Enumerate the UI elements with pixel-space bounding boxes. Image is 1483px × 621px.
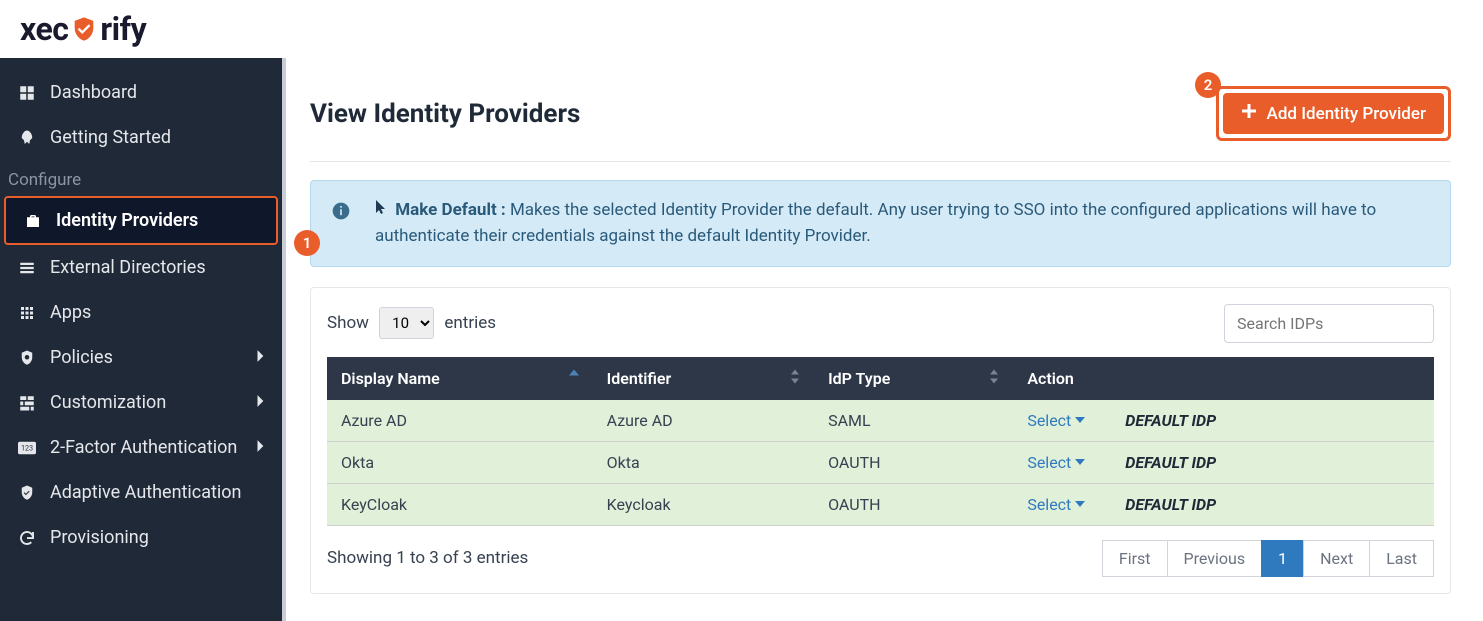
info-banner: Make Default : Makes the selected Identi…	[310, 180, 1451, 267]
shield-check-icon	[16, 484, 38, 502]
shield-search-icon	[16, 349, 38, 367]
list-icon	[16, 259, 38, 277]
search-input[interactable]	[1224, 304, 1434, 343]
briefcase-icon	[22, 212, 44, 230]
pager-page-1[interactable]: 1	[1261, 540, 1304, 577]
cell-idp-type: SAML	[814, 400, 1013, 442]
sync-icon	[16, 529, 38, 547]
default-idp-badge: DEFAULT IDP	[1125, 495, 1216, 514]
sort-asc-icon	[569, 369, 579, 388]
logo-text-part2: rify	[100, 10, 146, 48]
sidebar-item-policies[interactable]: Policies	[0, 335, 282, 380]
select-dropdown[interactable]: Select	[1027, 453, 1085, 472]
cell-idp-type: OAUTH	[814, 441, 1013, 483]
idp-table-card: Show 10 entries Display Name	[310, 287, 1451, 594]
sidebar-item-label: Provisioning	[50, 527, 149, 548]
page-size-select[interactable]: 10	[379, 307, 434, 339]
pager-first[interactable]: First	[1102, 540, 1168, 577]
show-entries: Show 10 entries	[327, 307, 496, 339]
sidebar-item-label: Policies	[50, 347, 113, 368]
info-title: Make Default :	[395, 200, 506, 220]
add-button-label: Add Identity Provider	[1267, 104, 1426, 124]
app-header: xec rify	[0, 0, 1483, 58]
sort-icon	[989, 369, 999, 388]
default-idp-badge: DEFAULT IDP	[1125, 453, 1216, 472]
cell-display-name: KeyCloak	[327, 483, 593, 525]
sidebar-item-dashboard[interactable]: Dashboard	[0, 70, 282, 115]
sort-icon	[790, 369, 800, 388]
chevron-right-icon	[256, 392, 266, 413]
idp-table: Display Name Identifier IdP Type Ac	[327, 357, 1434, 526]
brand-logo: xec rify	[20, 10, 146, 48]
cell-idp-type: OAUTH	[814, 483, 1013, 525]
cursor-icon	[375, 200, 389, 220]
cell-identifier: Azure AD	[593, 400, 814, 442]
col-display-name[interactable]: Display Name	[327, 357, 593, 400]
show-label-pre: Show	[327, 313, 369, 333]
chevron-right-icon	[256, 437, 266, 458]
shield-check-icon	[70, 15, 98, 43]
sidebar-item-label: Apps	[50, 302, 91, 323]
cell-display-name: Azure AD	[327, 400, 593, 442]
sidebar-item-2fa[interactable]: 123 2-Factor Authentication	[0, 425, 282, 470]
sidebar-item-customization[interactable]: Customization	[0, 380, 282, 425]
plus-icon	[1241, 103, 1257, 124]
sidebar-item-external-directories[interactable]: External Directories	[0, 245, 282, 290]
pager-last[interactable]: Last	[1369, 540, 1434, 577]
sidebar-section-label: Configure	[0, 160, 282, 196]
sidebar-item-label: 2-Factor Authentication	[50, 437, 237, 458]
pagination: First Previous 1 Next Last	[1103, 540, 1434, 577]
table-row: Azure ADAzure ADSAMLSelect DEFAULT IDP	[327, 400, 1434, 442]
pager-next[interactable]: Next	[1303, 540, 1370, 577]
cell-identifier: Okta	[593, 441, 814, 483]
col-idp-type[interactable]: IdP Type	[814, 357, 1013, 400]
grid-icon	[16, 304, 38, 322]
default-idp-badge: DEFAULT IDP	[1125, 411, 1216, 430]
info-icon	[331, 201, 351, 229]
annotation-2: 2	[1195, 72, 1221, 98]
select-dropdown[interactable]: Select	[1027, 411, 1085, 430]
sidebar-item-label: External Directories	[50, 257, 206, 278]
sidebar-item-label: Getting Started	[50, 127, 171, 148]
select-dropdown[interactable]: Select	[1027, 495, 1085, 514]
num-icon: 123	[16, 441, 38, 455]
svg-text:123: 123	[21, 443, 33, 452]
col-identifier[interactable]: Identifier	[593, 357, 814, 400]
rocket-icon	[16, 129, 38, 147]
table-info: Showing 1 to 3 of 3 entries	[327, 548, 528, 568]
cell-action: Select DEFAULT IDP	[1013, 400, 1434, 442]
table-row: OktaOktaOAUTHSelect DEFAULT IDP	[327, 441, 1434, 483]
cell-action: Select DEFAULT IDP	[1013, 441, 1434, 483]
add-identity-provider-button[interactable]: Add Identity Provider	[1223, 93, 1444, 134]
cell-identifier: Keycloak	[593, 483, 814, 525]
pager-prev[interactable]: Previous	[1167, 540, 1263, 577]
col-action: Action	[1013, 357, 1434, 400]
sidebar-item-label: Identity Providers	[56, 210, 198, 231]
main-content: View Identity Providers Add Identity Pro…	[282, 58, 1483, 621]
annotation-1: 1	[294, 230, 320, 256]
sidebar-item-apps[interactable]: Apps	[0, 290, 282, 335]
page-title: View Identity Providers	[310, 99, 580, 129]
sidebar-item-provisioning[interactable]: Provisioning	[0, 515, 282, 560]
sidebar-item-getting-started[interactable]: Getting Started	[0, 115, 282, 160]
sidebar: Dashboard Getting Started Configure Iden…	[0, 58, 282, 621]
show-label-post: entries	[444, 313, 496, 333]
sidebar-item-identity-providers[interactable]: Identity Providers	[4, 196, 278, 245]
sidebar-item-adaptive-auth[interactable]: Adaptive Authentication	[0, 470, 282, 515]
sliders-icon	[16, 394, 38, 412]
sidebar-item-label: Customization	[50, 392, 166, 413]
sidebar-item-label: Adaptive Authentication	[50, 482, 241, 503]
sidebar-item-label: Dashboard	[50, 82, 137, 103]
cell-action: Select DEFAULT IDP	[1013, 483, 1434, 525]
info-body: Makes the selected Identity Provider the…	[375, 200, 1376, 246]
add-button-highlight: Add Identity Provider	[1216, 86, 1451, 141]
logo-text-part1: xec	[20, 10, 68, 48]
cell-display-name: Okta	[327, 441, 593, 483]
chevron-right-icon	[256, 347, 266, 368]
table-row: KeyCloakKeycloakOAUTHSelect DEFAULT IDP	[327, 483, 1434, 525]
dashboard-icon	[16, 84, 38, 102]
